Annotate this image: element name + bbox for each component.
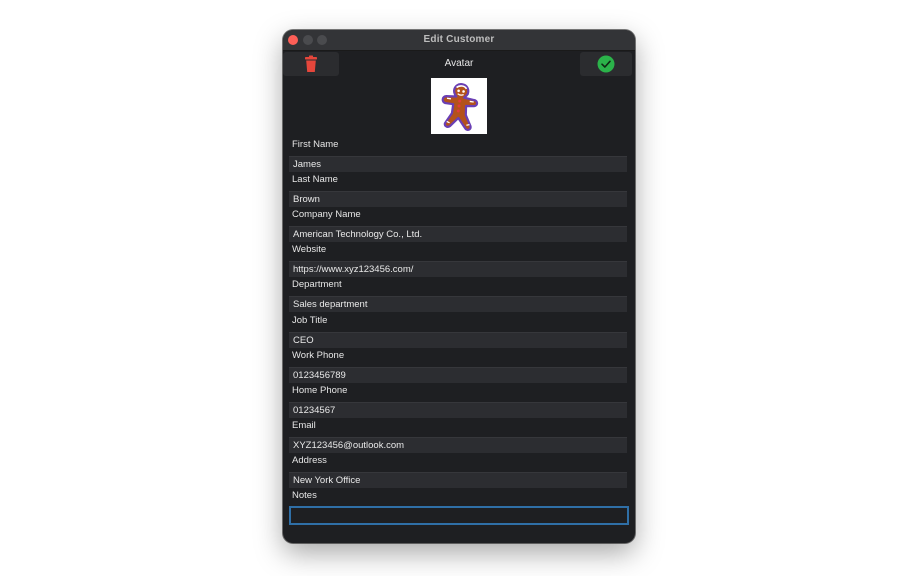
window-title: Edit Customer — [423, 34, 495, 45]
first-name-label: First Name — [292, 139, 339, 150]
home-phone-field[interactable]: 01234567 — [289, 402, 627, 418]
notes-label: Notes — [292, 490, 317, 501]
website-label: Website — [292, 244, 327, 255]
job-title-field[interactable]: CEO — [289, 332, 627, 348]
last-name-field[interactable]: Brown — [289, 191, 627, 207]
notes-field[interactable] — [289, 506, 629, 525]
work-phone-field[interactable]: 0123456789 — [289, 367, 627, 383]
checkmark-icon — [597, 55, 615, 73]
address-label: Address — [292, 455, 327, 466]
avatar-image[interactable] — [431, 78, 487, 134]
gingerbread-man-image — [441, 83, 479, 131]
title-bar[interactable]: Edit Customer — [283, 30, 635, 51]
home-phone-label: Home Phone — [292, 385, 348, 396]
toolbar: Avatar — [283, 51, 635, 76]
save-button[interactable] — [580, 52, 632, 76]
website-field[interactable]: https://www.xyz123456.com/ — [289, 261, 627, 277]
last-name-label: Last Name — [292, 174, 338, 185]
email-field[interactable]: XYZ123456@outlook.com — [289, 437, 627, 453]
company-name-field[interactable]: American Technology Co., Ltd. — [289, 226, 627, 242]
work-phone-label: Work Phone — [292, 350, 345, 361]
job-title-label: Job Title — [292, 315, 328, 326]
department-label: Department — [292, 279, 342, 290]
department-field[interactable]: Sales department — [289, 296, 627, 312]
first-name-field[interactable]: James — [289, 156, 627, 172]
address-field[interactable]: New York Office — [289, 472, 627, 488]
company-name-label: Company Name — [292, 209, 361, 220]
email-label: Email — [292, 420, 316, 431]
edit-customer-window: Edit Customer Avatar First Name James La… — [283, 30, 635, 543]
